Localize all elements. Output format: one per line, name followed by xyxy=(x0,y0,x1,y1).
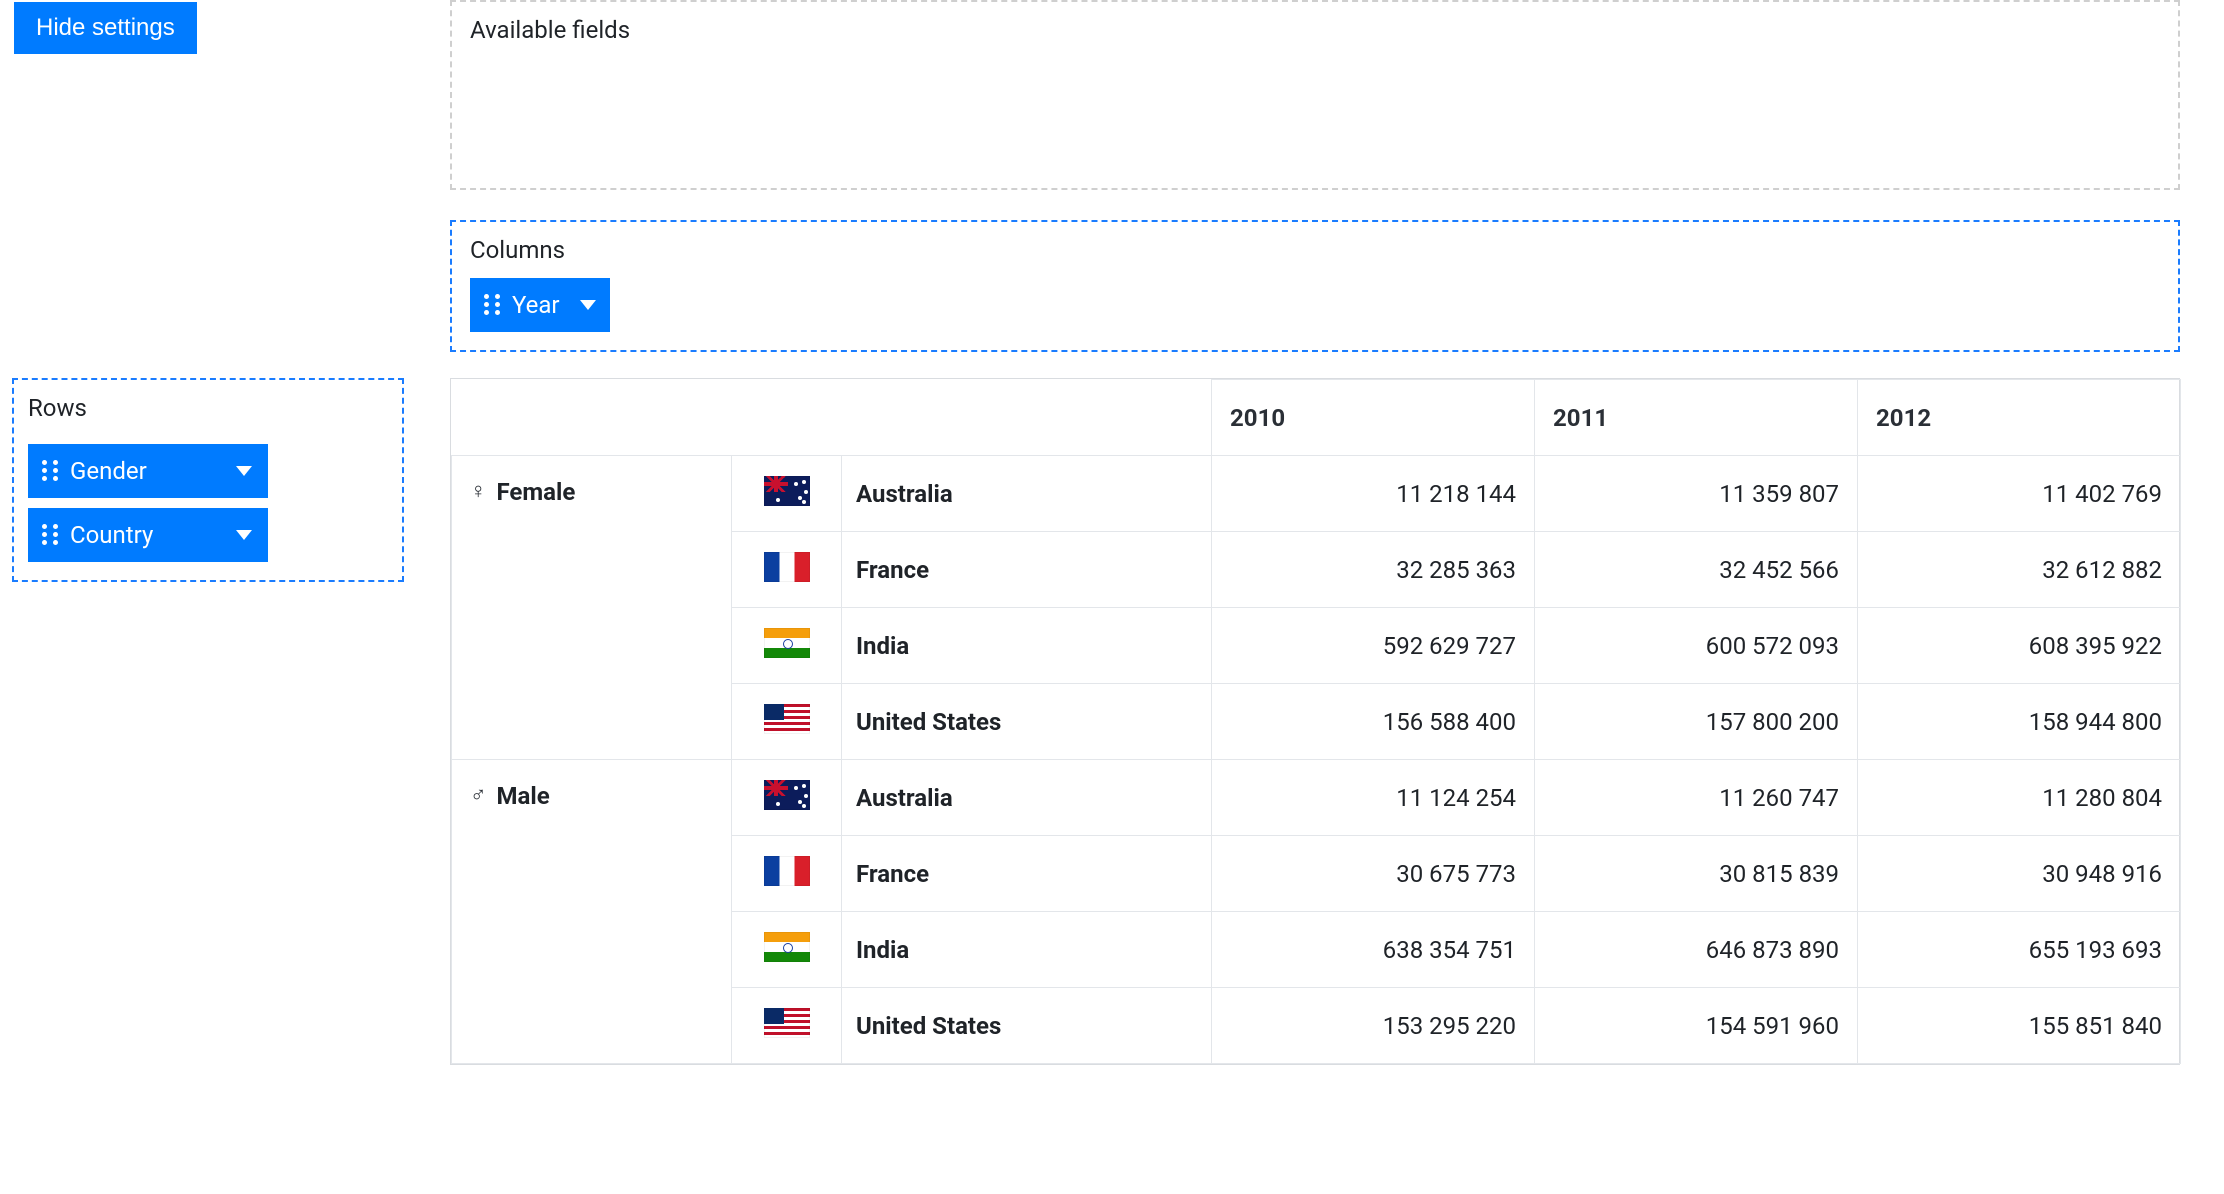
flag-fr-icon xyxy=(764,856,810,886)
flag-us-icon xyxy=(764,1008,810,1038)
chevron-down-icon[interactable] xyxy=(236,466,252,476)
flag-cell xyxy=(732,532,842,608)
field-chip-country[interactable]: Country xyxy=(28,508,268,562)
data-cell[interactable]: 600 572 093 xyxy=(1535,608,1858,684)
row-header-country[interactable]: United States xyxy=(842,988,1212,1064)
data-cell[interactable]: 11 280 804 xyxy=(1858,760,2181,836)
row-header-country[interactable]: India xyxy=(842,608,1212,684)
flag-cell xyxy=(732,988,842,1064)
column-header-year[interactable]: 2010 xyxy=(1212,380,1535,456)
flag-cell xyxy=(732,684,842,760)
female-icon: ♀ xyxy=(470,481,487,503)
data-cell[interactable]: 30 675 773 xyxy=(1212,836,1535,912)
row-header-country[interactable]: United States xyxy=(842,684,1212,760)
column-header-year[interactable]: 2012 xyxy=(1858,380,2181,456)
row-header-country[interactable]: France xyxy=(842,532,1212,608)
data-cell[interactable]: 11 359 807 xyxy=(1535,456,1858,532)
data-cell[interactable]: 32 612 882 xyxy=(1858,532,2181,608)
data-cell[interactable]: 155 851 840 xyxy=(1858,988,2181,1064)
rows-panel[interactable]: Rows Gender Country xyxy=(12,378,404,582)
data-cell[interactable]: 32 285 363 xyxy=(1212,532,1535,608)
field-chip-year[interactable]: Year xyxy=(470,278,610,332)
chevron-down-icon[interactable] xyxy=(236,530,252,540)
data-cell[interactable]: 11 218 144 xyxy=(1212,456,1535,532)
row-header-country[interactable]: India xyxy=(842,912,1212,988)
data-cell[interactable]: 11 260 747 xyxy=(1535,760,1858,836)
flag-cell xyxy=(732,760,842,836)
flag-fr-icon xyxy=(764,552,810,582)
flag-cell xyxy=(732,456,842,532)
data-cell[interactable]: 608 395 922 xyxy=(1858,608,2181,684)
table-row: ♂ Male Australia11 124 25411 260 74711 280… xyxy=(452,760,2181,836)
drag-handle-icon[interactable] xyxy=(42,460,58,482)
drag-handle-icon[interactable] xyxy=(484,294,500,316)
data-cell[interactable]: 32 452 566 xyxy=(1535,532,1858,608)
row-header-country[interactable]: Australia xyxy=(842,456,1212,532)
flag-cell xyxy=(732,912,842,988)
male-icon: ♂ xyxy=(470,785,487,807)
gender-label: Female xyxy=(497,478,576,506)
flag-in-icon xyxy=(764,932,810,962)
columns-panel[interactable]: Columns Year xyxy=(450,220,2180,352)
data-cell[interactable]: 30 948 916 xyxy=(1858,836,2181,912)
table-row: ♀ Female Australia11 218 14411 359 80711 4… xyxy=(452,456,2181,532)
field-chip-label: Year xyxy=(512,291,560,319)
columns-panel-label: Columns xyxy=(470,236,2160,264)
data-cell[interactable]: 154 591 960 xyxy=(1535,988,1858,1064)
field-chip-label: Country xyxy=(70,521,153,549)
drag-handle-icon[interactable] xyxy=(42,524,58,546)
field-chip-gender[interactable]: Gender xyxy=(28,444,268,498)
gender-label: Male xyxy=(497,782,550,810)
hide-settings-button[interactable]: Hide settings xyxy=(14,2,197,54)
pivot-table: 2010 2011 2012 ♀FemaleAustralia11 218 14… xyxy=(450,378,2180,1065)
data-cell[interactable]: 11 124 254 xyxy=(1212,760,1535,836)
data-cell[interactable]: 655 193 693 xyxy=(1858,912,2181,988)
flag-us-icon xyxy=(764,704,810,734)
data-cell[interactable]: 157 800 200 xyxy=(1535,684,1858,760)
field-chip-label: Gender xyxy=(70,457,147,485)
data-cell[interactable]: 11 402 769 xyxy=(1858,456,2181,532)
row-group-gender[interactable]: ♂ Male xyxy=(452,760,732,1064)
flag-au-icon xyxy=(764,780,810,810)
rows-panel-label: Rows xyxy=(28,394,388,422)
available-fields-label: Available fields xyxy=(470,16,2160,44)
data-cell[interactable]: 156 588 400 xyxy=(1212,684,1535,760)
data-cell[interactable]: 158 944 800 xyxy=(1858,684,2181,760)
row-group-gender[interactable]: ♀ Female xyxy=(452,456,732,760)
flag-in-icon xyxy=(764,628,810,658)
data-cell[interactable]: 30 815 839 xyxy=(1535,836,1858,912)
available-fields-panel[interactable]: Available fields xyxy=(450,0,2180,190)
data-cell[interactable]: 646 873 890 xyxy=(1535,912,1858,988)
data-cell[interactable]: 592 629 727 xyxy=(1212,608,1535,684)
row-header-country[interactable]: Australia xyxy=(842,760,1212,836)
pivot-corner-cell xyxy=(452,380,1212,456)
flag-au-icon xyxy=(764,476,810,506)
row-header-country[interactable]: France xyxy=(842,836,1212,912)
flag-cell xyxy=(732,836,842,912)
column-header-year[interactable]: 2011 xyxy=(1535,380,1858,456)
chevron-down-icon[interactable] xyxy=(580,300,596,310)
data-cell[interactable]: 638 354 751 xyxy=(1212,912,1535,988)
flag-cell xyxy=(732,608,842,684)
data-cell[interactable]: 153 295 220 xyxy=(1212,988,1535,1064)
